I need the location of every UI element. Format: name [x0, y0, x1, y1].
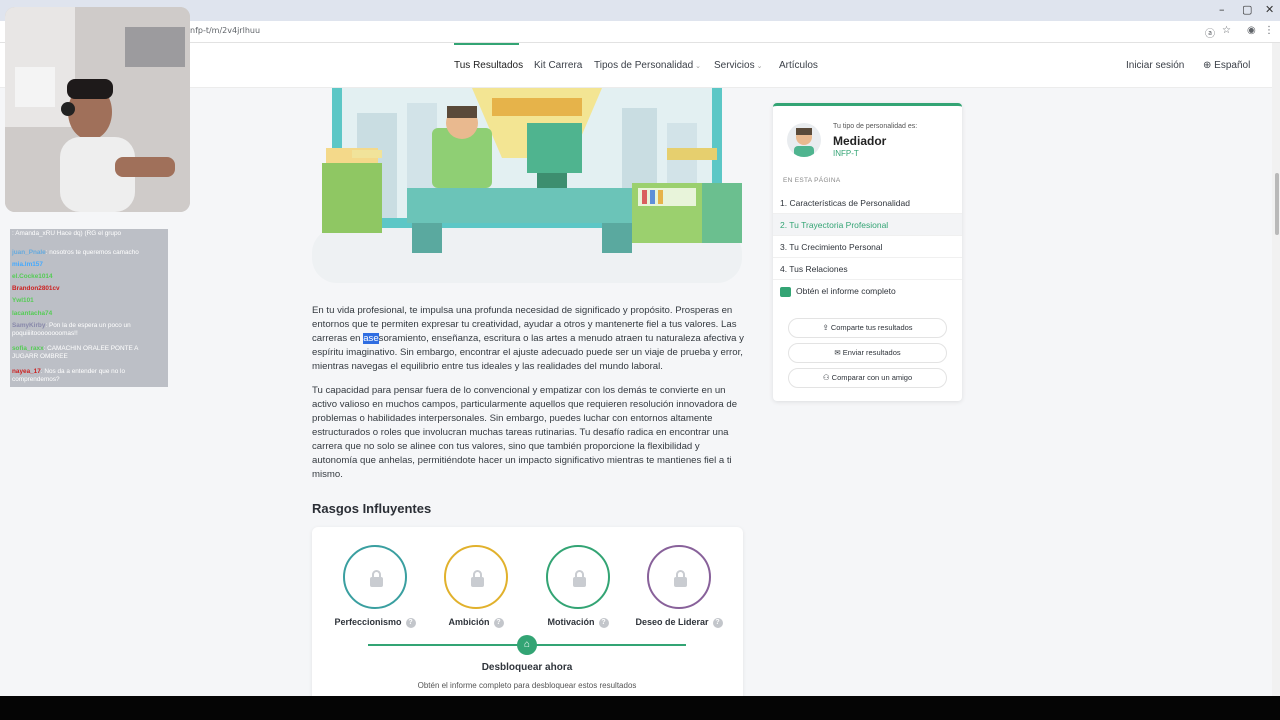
selected-text: ase [363, 333, 379, 344]
toc-item-crecimiento[interactable]: 3. Tu Crecimiento Personal [773, 236, 962, 258]
bookmark-star-icon[interactable]: ☆ [1222, 25, 1231, 36]
login-link[interactable]: Iniciar sesión [1126, 60, 1184, 71]
help-icon[interactable]: ? [493, 617, 504, 628]
trait-perfeccionismo[interactable]: Perfeccionismo? [325, 545, 425, 628]
chevron-down-icon: ⌄ [695, 63, 702, 70]
unlock-title: Desbloquear ahora [481, 662, 573, 673]
career-paragraph-2: Tu capacidad para pensar fuera de lo con… [312, 385, 738, 480]
toc-item-informe[interactable]: Obtén el informe completo [773, 280, 962, 302]
help-icon[interactable]: ? [712, 617, 723, 628]
nav-servicios[interactable]: Servicios ⌄ [714, 60, 762, 71]
trait-label: Perfeccionismo? [325, 617, 425, 628]
nav-articulos[interactable]: Artículos [779, 60, 818, 71]
chat-message: Ywl101 [12, 297, 34, 304]
lock-icon-body [370, 577, 383, 587]
chat-message: mia.lm157 [12, 261, 43, 268]
maximize-icon[interactable]: ▢ [1242, 3, 1252, 16]
send-results-button[interactable]: ✉ Enviar resultados [788, 343, 947, 363]
friends-icon: ⚇ [822, 373, 832, 382]
help-icon[interactable]: ? [598, 617, 609, 628]
chat-message: el.Cocke1014 [12, 273, 53, 280]
toc-item-caracteristicas[interactable]: 1. Características de Personalidad [773, 192, 962, 214]
traits-card: Perfeccionismo? Ambición? Motivación? De… [312, 527, 743, 696]
globe-icon: ⊕ [1203, 60, 1212, 71]
chat-message: lacantacha74 [12, 310, 53, 317]
avatar [787, 123, 821, 157]
language-selector[interactable]: ⊕ Español [1203, 60, 1250, 71]
profile-icon[interactable]: ◉ [1247, 25, 1256, 36]
trait-ring [546, 545, 610, 609]
trait-ring [444, 545, 508, 609]
type-sidebar-card: Tu tipo de personalidad es: Mediador INF… [773, 103, 962, 401]
lock-icon-body [471, 577, 484, 587]
unlock-text: Obtén el informe completo para desbloque… [417, 681, 637, 690]
career-illustration [312, 88, 742, 283]
web-page: Tus Resultados Kit Carrera Tipos de Pers… [0, 43, 1280, 696]
toc-item-relaciones[interactable]: 4. Tus Relaciones [773, 258, 962, 280]
nav-active-indicator [454, 43, 519, 45]
help-icon[interactable]: ? [405, 617, 416, 628]
trait-motivacion[interactable]: Motivación? [528, 545, 628, 628]
share-results-button[interactable]: ⇪ Comparte tus resultados [788, 318, 947, 338]
career-paragraph-1: En tu vida profesional, te impulsa una p… [312, 305, 744, 372]
nav-tipos-personalidad[interactable]: Tipos de Personalidad ⌄ [594, 60, 701, 71]
trait-label: Ambición? [426, 617, 526, 628]
trait-deseo-liderar[interactable]: Deseo de Liderar? [629, 545, 729, 628]
close-icon[interactable]: ✕ [1265, 3, 1274, 16]
nav-tus-resultados[interactable]: Tus Resultados [454, 60, 523, 71]
lock-icon-body [573, 577, 586, 587]
trait-label: Motivación? [528, 617, 628, 628]
address-bar[interactable]: nfp-t/m/2v4jrlhuu ⓐ ☆ ◉ ⋮ [0, 21, 1280, 43]
unlock-panel: ⌂ Desbloquear ahora Obtén el informe com… [368, 635, 686, 696]
webcam-overlay [5, 7, 190, 212]
site-nav: Tus Resultados Kit Carrera Tipos de Pers… [0, 43, 1280, 88]
section-title-rasgos: Rasgos Influyentes [312, 501, 432, 516]
unlock-lock-icon: ⌂ [517, 635, 537, 655]
trait-ring [647, 545, 711, 609]
chat-message: sofia_raxx: CAMACHIN ORALEE PONTE A JUGA… [12, 345, 139, 360]
trait-label: Deseo de Liderar? [629, 617, 729, 628]
letterbox-bar [0, 696, 1280, 720]
share-icon: ⇪ [822, 323, 831, 332]
scrollbar-thumb[interactable] [1275, 173, 1279, 235]
chat-message: Brandon2801cv [12, 285, 60, 292]
type-name: Mediador [833, 134, 887, 148]
chevron-down-icon: ⌄ [756, 63, 763, 70]
trait-ring [343, 545, 407, 609]
compare-friend-button[interactable]: ⚇ Comparar con un amigo [788, 368, 947, 388]
title-bar: – ▢ ✕ [0, 0, 1280, 21]
stream-chat-overlay: : Amanda_xRU Hace dq) (RG el grupo juan_… [10, 229, 168, 387]
toc-item-trayectoria[interactable]: 2. Tu Trayectoria Profesional [773, 214, 962, 236]
chat-message: SamyKirby: Pon la de espera un poco un p… [12, 322, 131, 337]
page-scrollbar[interactable] [1272, 43, 1280, 696]
type-code: INFP-T [833, 149, 859, 158]
minimize-icon[interactable]: – [1219, 3, 1225, 16]
mail-icon: ✉ [834, 348, 843, 357]
chat-message: juan_Pnale: nosotros te queremos camacho [12, 249, 139, 256]
chat-message: : Amanda_xRU Hace dq) (RG el grupo [12, 230, 122, 237]
lock-icon-body [674, 577, 687, 587]
browser-window: – ▢ ✕ nfp-t/m/2v4jrlhuu ⓐ ☆ ◉ ⋮ Tus Resu… [0, 0, 1280, 696]
menu-icon[interactable]: ⋮ [1264, 25, 1274, 36]
on-this-page-heading: EN ESTA PÁGINA [783, 177, 841, 184]
url-text[interactable]: nfp-t/m/2v4jrlhuu [190, 26, 260, 35]
translate-icon[interactable]: ⓐ [1205, 25, 1215, 40]
chat-message: nayea_17: Nos da a entender que no lo co… [12, 368, 126, 383]
nav-kit-carrera[interactable]: Kit Carrera [534, 60, 582, 71]
type-label: Tu tipo de personalidad es: [833, 123, 918, 130]
trait-ambicion[interactable]: Ambición? [426, 545, 526, 628]
report-icon [780, 286, 791, 297]
